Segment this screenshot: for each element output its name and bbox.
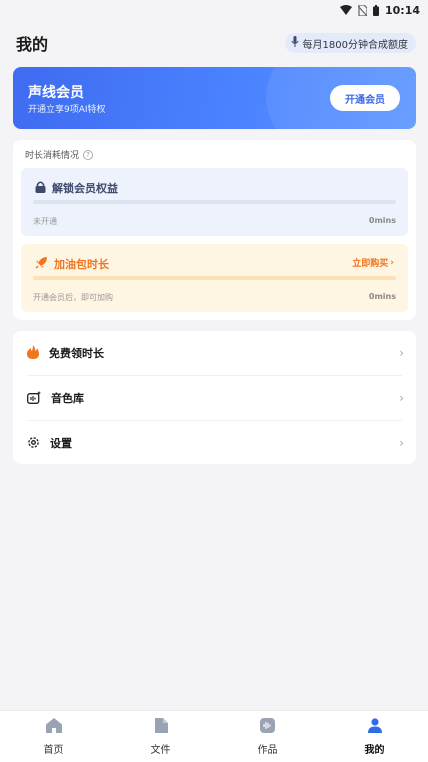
- fuel-title-label: 加油包时长: [54, 258, 109, 271]
- vip-subtitle: 开通立享9项AI特权: [28, 105, 106, 115]
- tab-label: 我的: [364, 744, 385, 756]
- works-icon: [260, 717, 275, 737]
- battery-icon: [372, 4, 379, 16]
- home-icon: [45, 717, 62, 737]
- mic-icon: [290, 36, 299, 50]
- bottom-tab-bar: 首页 文件 作品 我的: [0, 710, 428, 762]
- tab-profile[interactable]: 我的: [321, 711, 428, 762]
- menu-item-label: 设置: [50, 437, 72, 450]
- unlock-title: 解锁会员权益: [35, 180, 118, 196]
- chevron-right-icon: ›: [399, 346, 404, 360]
- page-title: 我的: [16, 35, 49, 54]
- unlock-status: 未开通: [33, 217, 57, 226]
- tab-label: 首页: [43, 744, 64, 756]
- fuel-progress-bar: [33, 276, 396, 280]
- fuel-pack-panel: 加油包时长 立即购买 › 开通会员后，即可加购 0mins: [21, 244, 408, 312]
- vip-card[interactable]: 声线会员 开通立享9项AI特权 开通会员: [13, 67, 416, 129]
- quota-chip[interactable]: 每月1800分钟合成额度: [284, 33, 416, 53]
- open-membership-button[interactable]: 开通会员: [330, 85, 400, 111]
- flame-icon: [27, 344, 39, 363]
- tab-files[interactable]: 文件: [107, 711, 214, 762]
- menu-item-label: 免费领时长: [49, 347, 104, 360]
- tab-home[interactable]: 首页: [0, 711, 107, 762]
- menu-item-label: 音色库: [51, 392, 84, 405]
- menu-item-settings[interactable]: 设置 ›: [13, 421, 416, 465]
- profile-icon: [367, 717, 382, 737]
- tab-label: 作品: [257, 744, 278, 756]
- fuel-title: 加油包时长: [35, 256, 109, 272]
- fuel-footer: 开通会员后，即可加购 0mins: [33, 292, 396, 303]
- unlock-benefits-panel[interactable]: 解锁会员权益 未开通 0mins: [21, 168, 408, 236]
- clock: 10:14: [384, 3, 420, 17]
- voice-library-icon: [27, 389, 41, 408]
- tab-label: 文件: [150, 744, 171, 756]
- header: 我的 每月1800分钟合成额度: [16, 32, 416, 54]
- vip-title: 声线会员: [28, 85, 84, 101]
- menu-item-voice-library[interactable]: 音色库 ›: [13, 376, 416, 420]
- unlock-progress-bar: [33, 200, 396, 204]
- menu-item-free-time[interactable]: 免费领时长 ›: [13, 331, 416, 375]
- lock-icon: [35, 180, 46, 196]
- gear-icon: [27, 434, 40, 453]
- quota-text: 每月1800分钟合成额度: [302, 39, 408, 51]
- tab-works[interactable]: 作品: [214, 711, 321, 762]
- chevron-right-icon: ›: [390, 257, 394, 268]
- usage-heading: 时长消耗情况 ?: [25, 148, 94, 161]
- unlock-value: 0mins: [368, 216, 396, 225]
- status-bar: 10:14: [0, 0, 428, 20]
- unlock-title-label: 解锁会员权益: [52, 182, 118, 195]
- chevron-right-icon: ›: [399, 436, 404, 450]
- buy-now-link[interactable]: 立即购买 ›: [352, 256, 394, 270]
- wifi-icon: [339, 5, 352, 15]
- buy-now-label: 立即购买: [352, 259, 389, 269]
- rocket-icon: [35, 256, 48, 272]
- file-icon: [154, 717, 168, 737]
- fuel-value: 0mins: [368, 292, 396, 301]
- usage-card: 时长消耗情况 ? 解锁会员权益 未开通 0mins 加油包时长 立即购买 › 开…: [13, 140, 416, 320]
- help-icon[interactable]: ?: [83, 149, 94, 160]
- fuel-note: 开通会员后，即可加购: [33, 293, 113, 302]
- unlock-footer: 未开通 0mins: [33, 216, 396, 227]
- usage-heading-label: 时长消耗情况: [25, 151, 80, 161]
- no-sim-icon: [357, 4, 367, 16]
- chevron-right-icon: ›: [399, 391, 404, 405]
- menu-card: 免费领时长 › 音色库 › 设置 ›: [13, 331, 416, 464]
